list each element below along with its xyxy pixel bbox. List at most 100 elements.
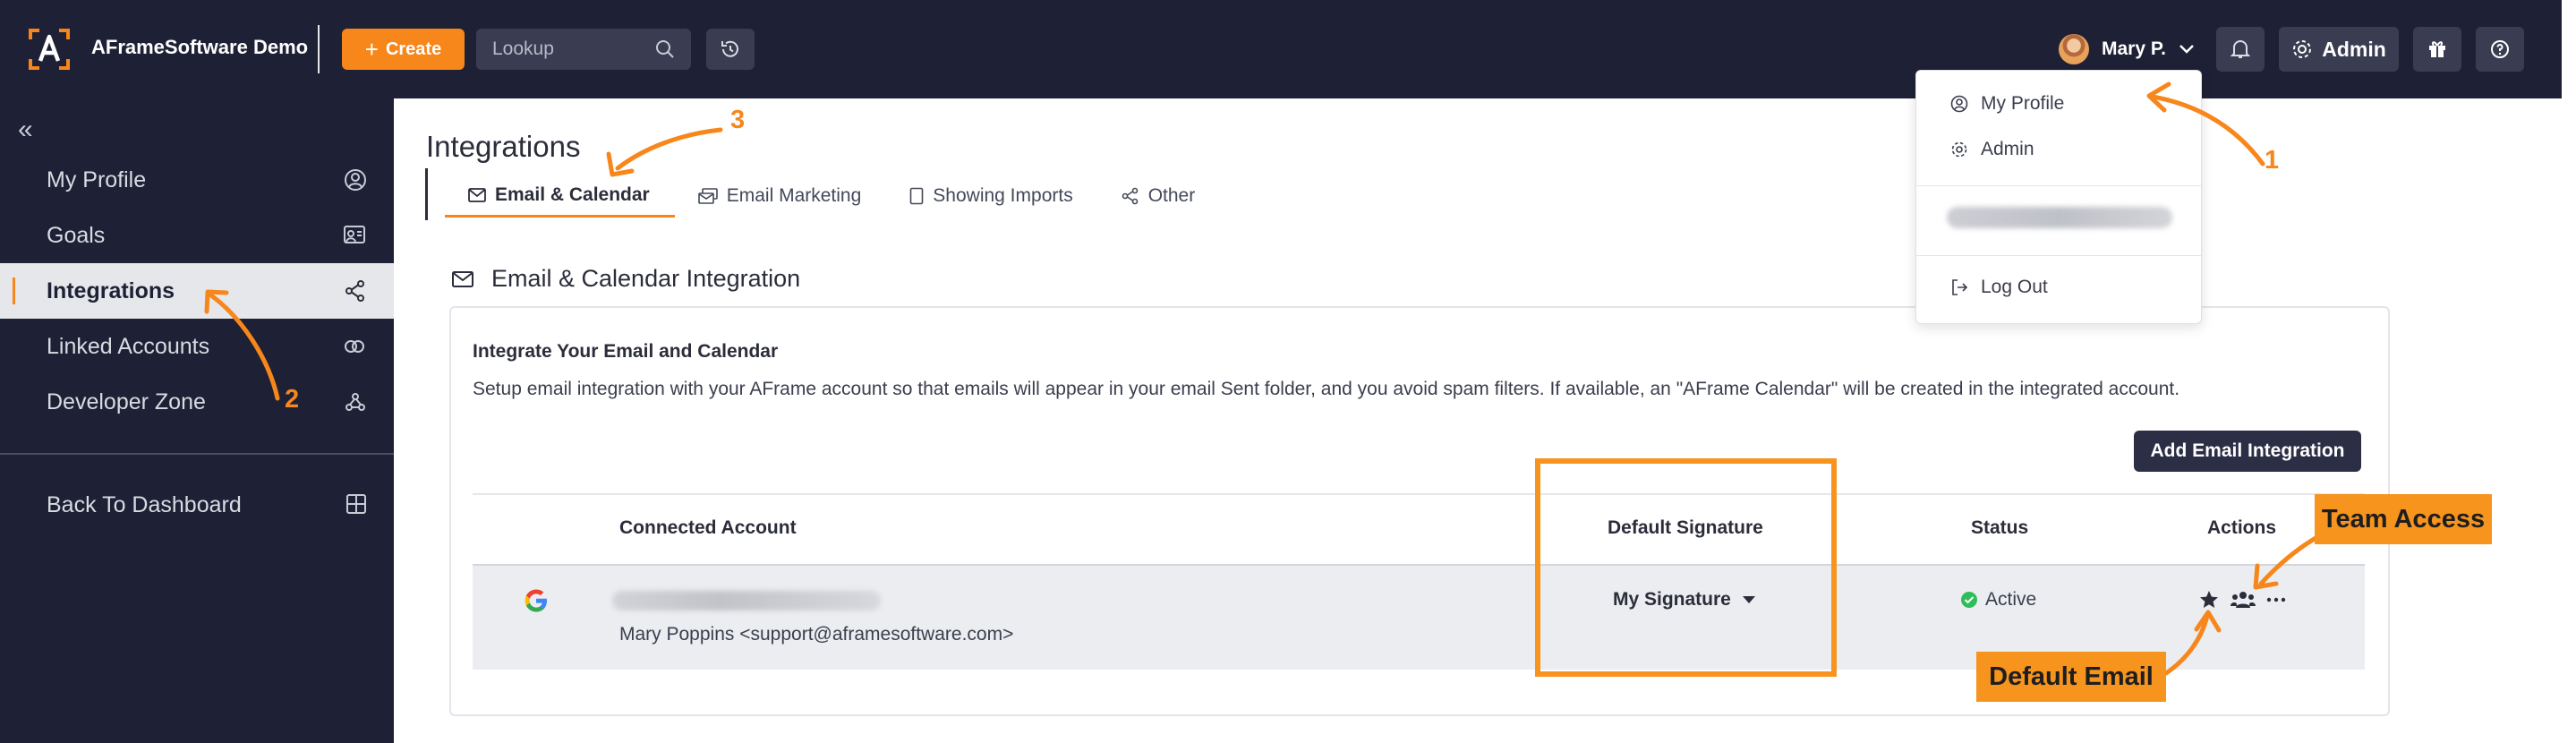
add-email-integration-button[interactable]: Add Email Integration <box>2134 431 2361 472</box>
aframe-logo[interactable] <box>27 27 72 72</box>
history-icon <box>721 40 738 57</box>
user-circle-icon <box>345 169 366 191</box>
google-icon <box>525 589 547 612</box>
tab-label: Email & Calendar <box>495 184 650 205</box>
tab-other[interactable]: Other <box>1098 175 1221 218</box>
sidebar-item-label: Linked Accounts <box>47 333 210 359</box>
tab-showing-imports[interactable]: Showing Imports <box>886 175 1097 218</box>
tab-label: Email Marketing <box>726 185 862 206</box>
chevron-down-icon <box>2179 45 2194 54</box>
tab-email-marketing[interactable]: Email Marketing <box>675 175 887 218</box>
lookup-box[interactable] <box>476 29 691 70</box>
annotation-marker-3: 3 <box>730 106 746 134</box>
user-menu-toggle[interactable]: Mary P. <box>2059 30 2195 68</box>
back-to-dashboard-label: Back To Dashboard <box>47 491 242 517</box>
sidebar-item-label: Integrations <box>47 278 175 303</box>
sidebar-item-linked-accounts[interactable]: Linked Accounts <box>0 319 394 374</box>
back-to-dashboard[interactable]: Back To Dashboard <box>0 477 394 533</box>
admin-button[interactable]: Admin <box>2279 27 2399 72</box>
status-badge: Active <box>1960 589 2036 611</box>
check-circle-icon <box>1961 592 1977 608</box>
dropdown-item-log-out[interactable]: Log Out <box>1950 277 2048 298</box>
sidebar-item-my-profile[interactable]: My Profile <box>0 152 394 208</box>
sidebar-divider <box>0 453 394 455</box>
mail-stack-icon <box>697 188 718 204</box>
dropdown-item-label: Log Out <box>1981 277 2048 297</box>
annotation-arrowhead-3 <box>606 151 635 177</box>
dropdown-divider <box>1916 185 2201 186</box>
notifications-button[interactable] <box>2216 27 2265 72</box>
webhook-icon <box>345 393 365 411</box>
history-button[interactable] <box>706 29 755 70</box>
dropdown-divider <box>1916 255 2201 256</box>
app-title: AFrameSoftware Demo <box>91 36 309 58</box>
divider <box>318 25 320 73</box>
annotation-marker-1: 1 <box>2265 146 2280 175</box>
avatar <box>2059 34 2089 64</box>
bell-icon <box>2231 40 2250 58</box>
tab-bar: Email & Calendar Email Marketing Showing… <box>445 175 1220 218</box>
tab-label: Showing Imports <box>933 185 1073 206</box>
document-icon <box>909 187 924 205</box>
user-dropdown-menu: My Profile Admin Log Out <box>1915 70 2202 324</box>
sidebar: « My Profile Goals Integrations Linked A… <box>0 98 394 743</box>
sidebar-item-label: Developer Zone <box>47 389 206 414</box>
redacted-account <box>1947 207 2172 228</box>
annotation-marker-2: 2 <box>285 385 300 414</box>
column-header-actions: Actions <box>2207 517 2277 538</box>
tab-email-calendar[interactable]: Email & Calendar <box>445 175 675 218</box>
sidebar-item-goals[interactable]: Goals <box>0 208 394 263</box>
connected-account-name: Mary Poppins <support@aframesoftware.com… <box>619 624 1014 645</box>
sidebar-item-developer-zone[interactable]: Developer Zone <box>0 374 394 430</box>
share-nodes-icon <box>345 280 364 302</box>
sidebar-item-label: My Profile <box>47 167 147 192</box>
gear-icon <box>1951 141 1967 158</box>
annotation-team-access: Team Access <box>2315 494 2492 544</box>
more-icon[interactable] <box>2266 596 2286 603</box>
column-header-default-signature: Default Signature <box>1608 517 1763 538</box>
section-title: Email & Calendar Integration <box>452 265 800 293</box>
create-button[interactable]: + Create <box>342 29 465 70</box>
logout-icon <box>1952 279 1968 295</box>
column-header-connected-account: Connected Account <box>619 517 797 538</box>
section-title-text: Email & Calendar Integration <box>491 265 801 292</box>
column-header-status: Status <box>1971 517 2029 538</box>
tab-label: Other <box>1147 185 1196 206</box>
link-icon <box>345 340 364 353</box>
caret-down-icon <box>1742 596 1755 603</box>
gear-icon <box>2293 40 2312 58</box>
dropdown-item-admin[interactable]: Admin <box>1950 139 2034 160</box>
dropdown-item-label: My Profile <box>1981 93 2065 114</box>
envelope-icon <box>468 187 486 202</box>
plus-icon: + <box>364 36 379 63</box>
title-accent-bar <box>425 168 428 220</box>
help-button[interactable] <box>2476 27 2524 72</box>
collapse-sidebar-icon[interactable]: « <box>18 116 33 143</box>
status-text: Active <box>1985 589 2037 610</box>
lookup-input[interactable] <box>476 29 655 70</box>
signature-value: My Signature <box>1613 589 1731 610</box>
dropdown-item-my-profile[interactable]: My Profile <box>1950 93 2064 115</box>
admin-label: Admin <box>2322 37 2386 61</box>
annotation-default-email: Default Email <box>1976 652 2166 702</box>
grid-icon <box>346 494 366 514</box>
envelope-icon <box>452 270 473 287</box>
user-name: Mary P. <box>2102 38 2166 59</box>
star-icon[interactable] <box>2198 589 2220 611</box>
annotation-arrow-3 <box>615 127 723 171</box>
sidebar-item-integrations[interactable]: Integrations <box>0 263 394 319</box>
help-icon <box>2491 40 2509 58</box>
search-icon[interactable] <box>655 39 675 59</box>
user-circle-icon <box>1950 95 1968 113</box>
row-actions <box>2198 589 2286 611</box>
share-nodes-icon <box>1122 187 1139 205</box>
goals-icon <box>344 226 365 243</box>
sidebar-item-label: Goals <box>47 222 106 248</box>
card-description: Setup email integration with your AFrame… <box>473 379 2180 399</box>
default-signature-select[interactable]: My Signature <box>1613 589 1756 611</box>
gift-button[interactable] <box>2413 27 2461 72</box>
create-label: Create <box>385 38 442 59</box>
team-icon[interactable] <box>2231 590 2256 610</box>
table-top-border <box>473 493 2365 495</box>
card-heading: Integrate Your Email and Calendar <box>473 341 779 362</box>
